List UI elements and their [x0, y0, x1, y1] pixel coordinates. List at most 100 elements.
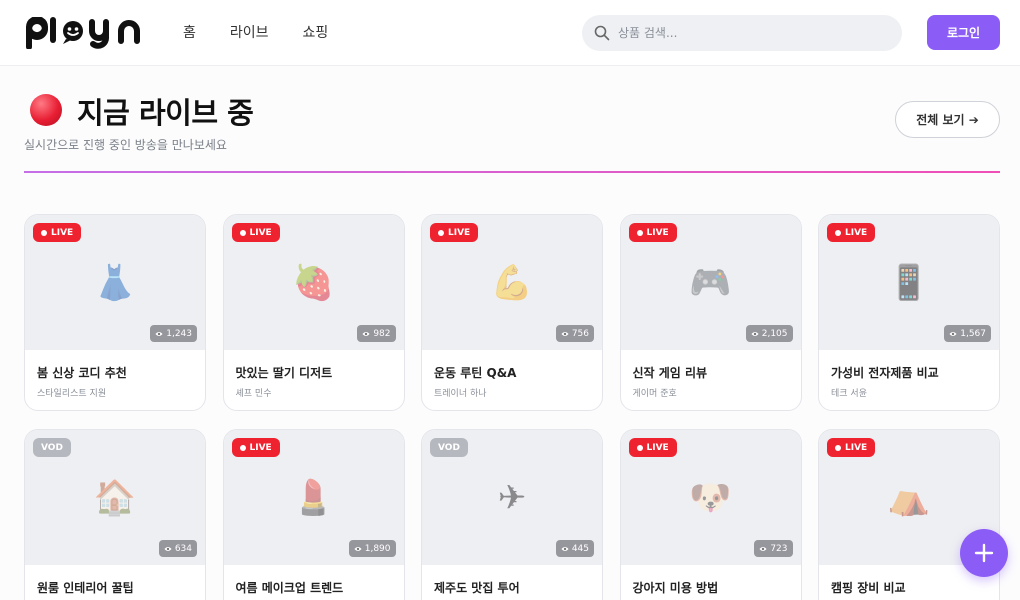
badge-label: LIVE [249, 442, 272, 453]
game-controller-icon: 🎮 [689, 263, 732, 303]
search-input[interactable] [618, 26, 878, 40]
eye-icon [751, 331, 759, 336]
stream-card[interactable]: LIVE 🎮 2,105 신작 게임 리뷰 게이머 준호 [619, 214, 802, 411]
nav-item-home[interactable]: 홈 [183, 22, 196, 42]
live-dot-icon [835, 444, 841, 451]
eye-icon [561, 331, 569, 336]
add-button[interactable] [960, 529, 1008, 577]
plus-icon [974, 543, 994, 563]
phone-icon: 📱 [887, 263, 931, 303]
live-dot-icon [835, 229, 841, 236]
stream-title: 봄 신상 코디 추천 [37, 366, 127, 380]
badge-label: LIVE [845, 442, 868, 453]
viewer-count: 1,567 [944, 325, 991, 342]
viewer-count-value: 2,105 [761, 328, 788, 339]
viewer-count-value: 1,243 [166, 328, 192, 339]
viewer-count-value: 1,890 [364, 543, 391, 554]
viewer-count: 1,890 [348, 540, 396, 557]
badge-label: LIVE [646, 442, 669, 453]
top-header: 홈 라이브 쇼핑 로그인 [0, 0, 1020, 66]
live-dot-icon [636, 229, 643, 236]
live-dot-icon [239, 444, 246, 451]
eye-icon [164, 546, 172, 551]
eye-icon [949, 331, 957, 336]
stream-card[interactable]: LIVE 🐶 723 강아지 미용 방법 [619, 429, 802, 600]
stream-title: 가성비 전자제품 비교 [831, 366, 939, 380]
stream-thumbnail: LIVE 💪 756 [422, 215, 602, 350]
stream-grid: LIVE 👗 1,243 봄 신상 코디 추천 스타일리스트 지원 LIVE 🍓… [24, 214, 1000, 600]
stream-title: 원룸 인테리어 꿀팁 [37, 581, 134, 595]
stream-title: 캠핑 장비 비교 [831, 581, 906, 595]
eye-icon [759, 546, 767, 551]
stream-thumbnail: LIVE 👗 1,243 [25, 215, 205, 350]
stream-card[interactable]: VOD 🏠 634 원룸 인테리어 꿀팁 [24, 429, 206, 600]
lipstick-icon: 💄 [292, 478, 335, 518]
viewer-count-value: 982 [373, 328, 391, 339]
viewer-count: 756 [555, 325, 594, 342]
live-dot-icon [438, 229, 444, 236]
badge-label: LIVE [845, 227, 868, 238]
view-all-button[interactable]: 전체 보기 ➔ [895, 101, 1000, 138]
eye-icon [354, 546, 362, 551]
stream-card[interactable]: LIVE 📱 1,567 가성비 전자제품 비교 테크 서윤 [818, 214, 1000, 411]
stream-card[interactable]: LIVE 👗 1,243 봄 신상 코디 추천 스타일리스트 지원 [24, 214, 206, 411]
badge-label: VOD [41, 442, 63, 453]
stream-title: 강아지 미용 방법 [632, 581, 719, 595]
house-icon: 🏠 [93, 478, 137, 518]
stream-host: 테크 서윤 [831, 389, 867, 399]
nav-item-live[interactable]: 라이브 [230, 22, 269, 42]
dress-icon: 👗 [93, 263, 137, 303]
brand-logo[interactable] [24, 17, 154, 49]
vod-badge: VOD [430, 438, 468, 457]
tent-icon: ⛺ [887, 478, 931, 518]
stream-thumbnail: LIVE 🍓 982 [223, 215, 404, 350]
stream-title: 맛있는 딸기 디저트 [235, 366, 333, 380]
stream-card[interactable]: VOD ✈ 445 제주도 맛집 투어 [421, 429, 603, 600]
search-icon [594, 25, 610, 41]
section-subtitle: 실시간으로 진행 중인 방송을 만나보세요 [24, 138, 227, 152]
stream-thumbnail: LIVE 🎮 2,105 [620, 215, 801, 350]
dog-icon: 🐶 [689, 478, 732, 518]
section-divider [24, 171, 1000, 173]
live-badge: LIVE [628, 438, 677, 457]
live-dot-icon [239, 229, 246, 236]
live-badge: LIVE [430, 223, 479, 242]
nav-item-shopping[interactable]: 쇼핑 [303, 22, 329, 42]
viewer-count-value: 634 [174, 543, 192, 554]
vod-badge: VOD [33, 438, 71, 457]
live-red-dot-icon [30, 94, 62, 126]
eye-icon [561, 546, 569, 551]
stream-host: 셰프 민수 [235, 389, 272, 399]
live-badge: LIVE [231, 223, 280, 242]
badge-label: VOD [438, 442, 460, 453]
stream-thumbnail: VOD ✈ 445 [422, 430, 602, 565]
viewer-count-value: 445 [571, 543, 589, 554]
viewer-count-value: 1,567 [960, 328, 986, 339]
muscle-icon: 💪 [490, 263, 534, 303]
live-badge: LIVE [827, 223, 876, 242]
stream-card[interactable]: LIVE 🍓 982 맛있는 딸기 디저트 셰프 민수 [222, 214, 405, 411]
live-badge: LIVE [231, 438, 280, 457]
stream-title: 신작 게임 리뷰 [632, 366, 708, 380]
viewer-count-value: 756 [571, 328, 589, 339]
login-button[interactable]: 로그인 [927, 15, 1000, 50]
stream-thumbnail: LIVE 📱 1,567 [819, 215, 999, 350]
airplane-icon: ✈ [497, 478, 527, 518]
viewer-count: 723 [754, 540, 793, 557]
viewer-count-value: 723 [770, 543, 788, 554]
viewer-count: 634 [158, 540, 197, 557]
live-badge: LIVE [628, 223, 677, 242]
badge-label: LIVE [448, 227, 471, 238]
viewer-count: 982 [357, 325, 396, 342]
live-dot-icon [636, 444, 643, 451]
search-box[interactable] [582, 15, 902, 51]
badge-label: LIVE [249, 227, 272, 238]
badge-label: LIVE [646, 227, 669, 238]
eye-icon [155, 331, 163, 336]
stream-host: 게이머 준호 [632, 389, 677, 399]
stream-thumbnail: LIVE 💄 1,890 [223, 430, 404, 565]
stream-card[interactable]: LIVE 💄 1,890 여름 메이크업 트렌드 [222, 429, 405, 600]
live-badge: LIVE [33, 223, 82, 242]
stream-card[interactable]: LIVE 💪 756 운동 루틴 Q&A 트레이너 하나 [421, 214, 603, 411]
eye-icon [362, 331, 370, 336]
